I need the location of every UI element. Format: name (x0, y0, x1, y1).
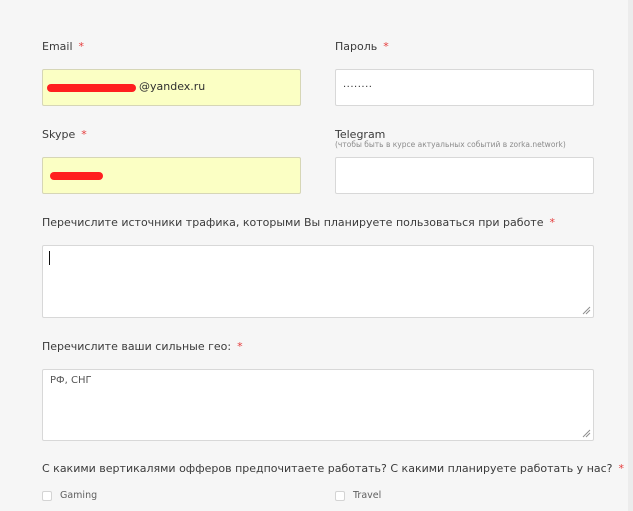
traffic-sources-label-text: Перечислите источники трафика, которыми … (42, 216, 544, 229)
skype-redaction-mark (50, 172, 103, 180)
resize-handle-icon[interactable] (582, 429, 591, 438)
skype-label: Skype * (42, 128, 87, 141)
geo-required-mark: * (237, 340, 243, 353)
password-field[interactable]: ........ (335, 69, 594, 106)
gaming-checkbox-label: Gaming (60, 490, 98, 501)
geo-value: РФ, СНГ (50, 375, 92, 386)
email-domain-value: @yandex.ru (139, 80, 206, 93)
email-redaction-mark (47, 84, 136, 92)
registration-form-page: Email * @yandex.ru Пароль * ........ Skype… (0, 0, 633, 511)
password-label: Пароль * (335, 40, 389, 53)
skype-label-text: Skype (42, 128, 76, 141)
resize-handle-icon[interactable] (582, 306, 591, 315)
travel-checkbox-label: Travel (353, 490, 382, 501)
password-value: ........ (343, 79, 373, 90)
telegram-hint: (чтобы быть в курсе актуальных событий в… (335, 140, 566, 149)
travel-checkbox[interactable] (335, 490, 345, 501)
vertical-option-travel[interactable]: Travel (335, 490, 381, 501)
form-panel: Email * @yandex.ru Пароль * ........ Skype… (0, 0, 628, 511)
email-label: Email * (42, 40, 84, 53)
gaming-checkbox[interactable] (42, 490, 52, 501)
skype-required-mark: * (81, 128, 87, 141)
vertical-option-gaming[interactable]: Gaming (42, 490, 97, 501)
email-field[interactable]: @yandex.ru (42, 69, 301, 106)
password-label-text: Пароль (335, 40, 378, 53)
telegram-field[interactable] (335, 157, 594, 194)
verticals-required-mark: * (618, 462, 625, 475)
verticals-label: С какими вертикалями офферов предпочитае… (42, 462, 624, 475)
password-required-mark: * (383, 40, 389, 53)
geo-label: Перечислите ваши сильные гео: * (42, 340, 243, 353)
geo-textarea[interactable]: РФ, СНГ (42, 369, 594, 441)
traffic-sources-textarea[interactable] (42, 245, 594, 318)
email-label-text: Email (42, 40, 73, 53)
verticals-label-text: С какими вертикалями офферов предпочитае… (42, 462, 613, 475)
skype-field[interactable] (42, 157, 301, 194)
traffic-sources-label: Перечислите источники трафика, которыми … (42, 216, 555, 229)
traffic-sources-required-mark: * (549, 216, 555, 229)
geo-label-text: Перечислите ваши сильные гео: (42, 340, 232, 353)
text-cursor (49, 251, 50, 265)
email-required-mark: * (78, 40, 85, 53)
vertical-scrollbar[interactable] (628, 0, 633, 511)
